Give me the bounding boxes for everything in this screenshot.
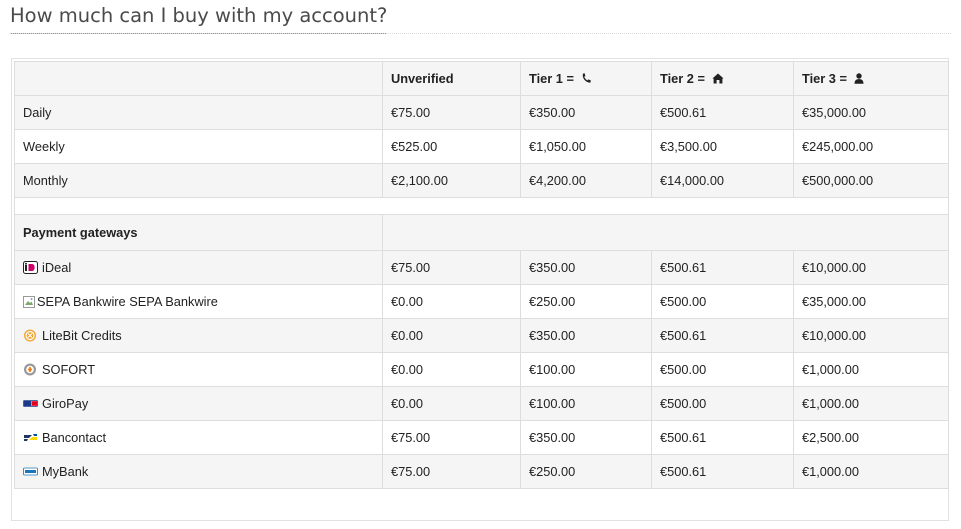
cell-value: €350.00 [520,250,652,285]
cell-value: €350.00 [520,420,652,455]
broken-image-icon [23,296,35,308]
table-row-gateway-giropay: GiroPay €0.00 €100.00 €500.00 €1,000.00 [14,386,949,421]
cell-value: €0.00 [382,318,521,353]
ideal-icon [23,261,38,274]
gateway-label-cell: MyBank [14,454,383,489]
table-spacer-row [14,197,949,215]
gateway-label: GiroPay [42,396,89,411]
cell-value: €2,500.00 [793,420,949,455]
gateway-label: SEPA Bankwire [129,294,218,309]
cell-value: €0.00 [382,284,521,319]
cell-value: €500.61 [651,454,794,489]
header-unverified: Unverified [382,61,521,96]
table-row-gateway-ideal: iDeal €75.00 €350.00 €500.61 €10,000.00 [14,250,949,285]
cell-value: €4,200.00 [520,163,652,198]
table-row-gateway-mybank: MyBank €75.00 €250.00 €500.61 €1,000.00 [14,454,949,489]
cell-value: €100.00 [520,352,652,387]
limits-table: Unverified Tier 1 = Tier 2 = Tier 3 = Da… [14,61,949,489]
cell-value: €100.00 [520,386,652,421]
cell-value: €500.61 [651,95,794,130]
cell-value: €1,050.00 [520,129,652,164]
cell-value: €3,500.00 [651,129,794,164]
cell-value: €35,000.00 [793,284,949,319]
gateway-label: Bancontact [42,430,107,445]
gateway-label-cell: SEPA Bankwire SEPA Bankwire [14,284,383,319]
litebit-credits-icon [24,329,36,342]
table-row-gateway-litebit: LiteBit Credits €0.00 €350.00 €500.61 €1… [14,318,949,353]
table-row-gateway-sepa: SEPA Bankwire SEPA Bankwire €0.00 €250.0… [14,284,949,319]
page-title: How much can I buy with my account? [10,4,388,34]
cell-value: €75.00 [382,454,521,489]
cell-value: €1,000.00 [793,454,949,489]
cell-value: €500.61 [651,318,794,353]
table-row-daily: Daily €75.00 €350.00 €500.61 €35,000.00 [14,95,949,130]
table-header-row: Unverified Tier 1 = Tier 2 = Tier 3 = [14,61,949,96]
cell-value: €0.00 [382,386,521,421]
table-row-weekly: Weekly €525.00 €1,050.00 €3,500.00 €245,… [14,129,949,164]
header-tier-3: Tier 3 = [793,61,949,96]
gateway-label-cell: iDeal [14,250,383,285]
user-icon [854,73,864,84]
cell-value: €500.00 [651,386,794,421]
gateway-label: SOFORT [42,362,96,377]
cell-value: €10,000.00 [793,318,949,353]
cell-value: €75.00 [382,420,521,455]
cell-value: €0.00 [382,352,521,387]
cell-value: €500.61 [651,420,794,455]
cell-value: €75.00 [382,95,521,130]
header-tier-2: Tier 2 = [651,61,794,96]
gateway-label-cell: Bancontact [14,420,383,455]
row-label: Daily [14,95,383,130]
cell-value: €245,000.00 [793,129,949,164]
phone-icon [582,73,591,83]
cell-value: €250.00 [520,454,652,489]
gateway-label-cell: GiroPay [14,386,383,421]
table-row-gateway-bancontact: Bancontact €75.00 €350.00 €500.61 €2,500… [14,420,949,455]
cell-value: €350.00 [520,95,652,130]
row-label: Weekly [14,129,383,164]
gateways-header-empty [382,214,949,251]
header-empty [14,61,383,96]
mybank-icon [23,467,38,476]
gateways-header-row: Payment gateways [14,214,949,251]
cell-value: €35,000.00 [793,95,949,130]
gateway-label-cell: SOFORT [14,352,383,387]
gateways-title: Payment gateways [14,214,383,251]
cell-value: €500.00 [651,352,794,387]
cell-value: €2,100.00 [382,163,521,198]
cell-value: €75.00 [382,250,521,285]
cell-value: €14,000.00 [651,163,794,198]
table-row-gateway-sofort: SOFORT €0.00 €100.00 €500.00 €1,000.00 [14,352,949,387]
cell-value: €500,000.00 [793,163,949,198]
title-divider [10,33,951,34]
gateway-label: iDeal [42,260,72,275]
cell-value: €500.61 [651,250,794,285]
gateway-label: MyBank [42,464,89,479]
giropay-icon [23,400,38,407]
spacer-cell [14,197,949,215]
sofort-icon [24,363,36,376]
cell-value: €1,000.00 [793,386,949,421]
sepa-icon-alt-text: SEPA Bankwire [37,294,126,309]
bancontact-icon [24,434,37,441]
cell-value: €350.00 [520,318,652,353]
home-icon [711,73,724,84]
gateway-label: LiteBit Credits [42,328,122,343]
cell-value: €1,000.00 [793,352,949,387]
cell-value: €500.00 [651,284,794,319]
heading-area: How much can I buy with my account? [0,0,961,38]
limits-table-frame: Unverified Tier 1 = Tier 2 = Tier 3 = Da… [11,58,949,521]
row-label: Monthly [14,163,383,198]
cell-value: €10,000.00 [793,250,949,285]
gateway-label-cell: LiteBit Credits [14,318,383,353]
header-tier-1: Tier 1 = [520,61,652,96]
table-row-monthly: Monthly €2,100.00 €4,200.00 €14,000.00 €… [14,163,949,198]
cell-value: €525.00 [382,129,521,164]
cell-value: €250.00 [520,284,652,319]
